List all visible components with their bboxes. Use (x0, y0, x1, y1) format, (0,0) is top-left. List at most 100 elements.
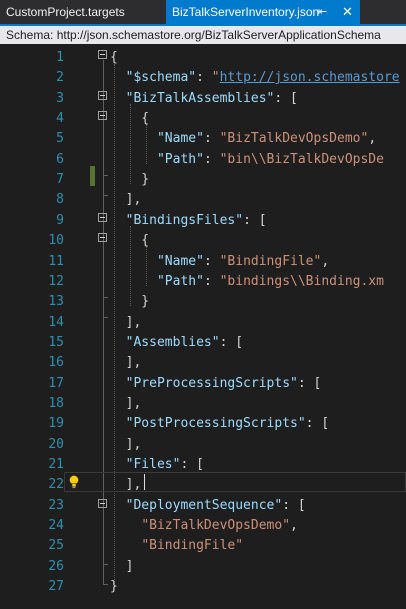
code-text: ], (110, 190, 142, 210)
tab-label: BizTalkServerInventory.json (172, 5, 320, 19)
code-line[interactable]: 26 ] (0, 557, 406, 577)
code-line[interactable]: 7 } (0, 170, 406, 190)
line-number: 12 (48, 273, 64, 289)
line-number: 24 (48, 518, 64, 534)
code-line[interactable]: 27} (0, 577, 406, 597)
code-token: , (368, 131, 377, 147)
code-text: "Files": [ (110, 455, 204, 475)
line-number: 22 (48, 477, 64, 493)
code-text: "BindingFile" (110, 536, 243, 556)
line-number: 20 (48, 436, 64, 452)
line-number: 19 (48, 416, 64, 432)
code-text: "Path": "bin\\BizTalkDevOpsDe (110, 150, 384, 170)
code-text: } (110, 170, 149, 190)
code-token: "DeploymentSequence" (125, 497, 283, 513)
code-token: ], (110, 477, 142, 493)
code-token: "bindings\\Binding.xm (219, 273, 384, 289)
code-token: } (110, 172, 150, 188)
code-line[interactable]: 25 "BindingFile" (0, 536, 406, 556)
code-token: : [ (243, 212, 267, 228)
code-text: "Name": "BizTalkDevOpsDemo", (110, 129, 376, 149)
code-text: "Assemblies": [ (110, 333, 243, 353)
code-text: } (110, 292, 149, 312)
code-text: { (110, 109, 149, 129)
line-number: 17 (48, 375, 64, 391)
line-number: 2 (56, 70, 64, 86)
code-line[interactable]: 5 "Name": "BizTalkDevOpsDemo", (0, 129, 406, 149)
code-line[interactable]: 12 "Path": "bindings\\Binding.xm (0, 272, 406, 292)
code-token: "PreProcessingScripts" (125, 375, 298, 391)
code-token: : [ (282, 497, 306, 513)
line-number: 13 (48, 294, 64, 310)
code-line[interactable]: 9 "BindingsFiles": [ (0, 211, 406, 231)
code-text: "BizTalkDevOpsDemo", (110, 516, 298, 536)
code-line[interactable]: 3 "BizTalkAssemblies": [ (0, 89, 406, 109)
code-token: } (110, 579, 118, 595)
line-number: 21 (48, 457, 64, 472)
code-token: "Assemblies" (125, 334, 220, 350)
code-token: "BindingsFiles" (125, 212, 244, 228)
code-token: : [ (274, 90, 298, 106)
tab-biztalk-inventory[interactable]: BizTalkServerInventory.json ⇤ ✕ (166, 0, 360, 24)
line-number: 3 (56, 90, 64, 106)
code-token: " (211, 70, 220, 86)
code-line[interactable]: 22 ], (0, 475, 406, 495)
code-text: "BindingsFiles": [ (110, 211, 267, 231)
code-token: "$schema" (125, 70, 197, 86)
code-token: : (203, 151, 220, 167)
pin-icon[interactable]: ⇤ (318, 0, 327, 24)
code-line[interactable]: 4 { (0, 109, 406, 129)
code-line[interactable]: 10 { (0, 231, 406, 251)
code-token: { (110, 111, 150, 127)
code-token: "Files" (125, 457, 181, 472)
code-line[interactable]: 11 "Name": "BindingFile", (0, 252, 406, 272)
code-text: ] (110, 557, 134, 577)
code-token: "BizTalkDevOpsDemo" (141, 518, 291, 534)
code-token: ], (110, 314, 142, 330)
code-line[interactable]: 17 "PreProcessingScripts": [ (0, 374, 406, 394)
code-text: } (110, 577, 118, 597)
code-line[interactable]: 24 "BizTalkDevOpsDemo", (0, 516, 406, 536)
code-line[interactable]: 15 "Assemblies": [ (0, 333, 406, 353)
line-number: 16 (48, 355, 64, 371)
code-token: : [ (297, 375, 322, 391)
code-line[interactable]: 19 "PostProcessingScripts": [ (0, 414, 406, 434)
code-line[interactable]: 13 } (0, 292, 406, 312)
code-line[interactable]: 16 ], (0, 353, 406, 373)
code-editor[interactable]: 1{2 "$schema": "http://json.schemastore 3… (0, 44, 406, 609)
code-text: { (110, 231, 149, 251)
code-token: : [ (219, 334, 244, 350)
code-line[interactable]: 21 "Files": [ (0, 455, 406, 475)
code-line[interactable]: 6 "Path": "bin\\BizTalkDevOpsDe (0, 150, 406, 170)
close-icon[interactable]: ✕ (342, 0, 353, 24)
code-token: : (203, 131, 220, 147)
line-number: 18 (48, 395, 64, 411)
code-token: , (290, 518, 298, 534)
code-line[interactable]: 20 ], (0, 435, 406, 455)
code-token: } (110, 294, 150, 310)
code-line[interactable]: 14 ], (0, 313, 406, 333)
code-line[interactable]: 2 "$schema": "http://json.schemastore (0, 68, 406, 88)
code-text: "PostProcessingScripts": [ (110, 414, 330, 434)
code-token: { (110, 233, 150, 249)
schema-text: Schema: http://json.schemastore.org/BizT… (6, 28, 381, 42)
code-line[interactable]: 18 ], (0, 394, 406, 414)
line-number: 1 (56, 50, 64, 65)
code-line[interactable]: 23 "DeploymentSequence": [ (0, 496, 406, 516)
code-line[interactable]: 8 ], (0, 190, 406, 210)
tab-custom-project[interactable]: CustomProject.targets (0, 0, 165, 24)
code-text: "DeploymentSequence": [ (110, 496, 306, 516)
code-token: : (203, 253, 220, 269)
code-line[interactable]: 1{ (0, 48, 406, 68)
code-token: "Name" (156, 253, 204, 269)
line-number: 4 (56, 111, 64, 127)
line-number: 8 (56, 192, 64, 208)
code-token: "BindingFile" (141, 538, 244, 554)
schema-bar[interactable]: Schema: http://json.schemastore.org/BizT… (0, 26, 406, 44)
